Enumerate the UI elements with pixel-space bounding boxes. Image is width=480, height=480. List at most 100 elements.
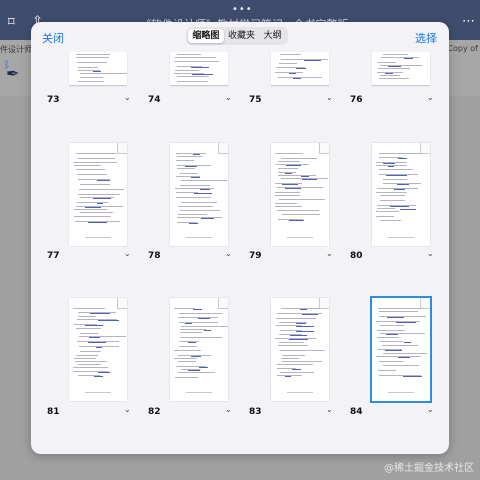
tab-outline[interactable]: 大纲 xyxy=(259,29,286,43)
window-dots[interactable]: ••• xyxy=(232,4,253,15)
text-line xyxy=(380,195,405,197)
handwriting-mark xyxy=(194,193,212,195)
page-thumbnail[interactable] xyxy=(69,143,127,246)
text-line xyxy=(380,200,405,202)
page-thumbnail[interactable] xyxy=(271,52,329,85)
close-button[interactable]: 关闭 xyxy=(42,30,64,46)
page-number: 79 xyxy=(249,251,262,261)
page-number: 74 xyxy=(148,95,161,105)
page-footer-line xyxy=(388,237,414,238)
handwriting-mark xyxy=(293,78,301,80)
view-segmented-control: 缩略图 收藏夹 大纲 xyxy=(186,27,288,45)
text-line xyxy=(175,377,198,379)
text-line xyxy=(80,212,113,214)
chevron-down-icon[interactable]: ⌄ xyxy=(225,249,232,258)
chevron-down-icon[interactable]: ⌄ xyxy=(427,93,434,102)
page-number: 78 xyxy=(148,251,161,261)
text-line xyxy=(78,81,104,83)
text-line xyxy=(376,216,394,218)
chevron-down-icon[interactable]: ⌄ xyxy=(124,405,131,414)
bookmark-icon[interactable]: ⌑ xyxy=(8,15,15,30)
text-line xyxy=(380,65,422,67)
page-number: 80 xyxy=(350,251,363,261)
text-line xyxy=(176,153,206,155)
handwriting-mark xyxy=(398,357,410,359)
page-footer-line xyxy=(388,392,414,393)
page-number: 75 xyxy=(249,95,262,105)
chevron-down-icon[interactable]: ⌄ xyxy=(326,93,333,102)
select-button[interactable]: 选择 xyxy=(415,30,437,46)
handwriting-mark xyxy=(387,317,404,319)
text-line xyxy=(279,63,297,65)
text-line xyxy=(279,199,325,201)
tab-thumbnails[interactable]: 缩略图 xyxy=(188,29,224,43)
pen-icon[interactable]: ✒ xyxy=(6,64,24,83)
page-thumbnail[interactable] xyxy=(170,143,228,246)
text-line xyxy=(275,192,300,194)
text-line xyxy=(76,169,105,171)
text-line xyxy=(177,168,195,170)
chevron-down-icon[interactable]: ⌄ xyxy=(427,249,434,258)
text-line xyxy=(278,345,308,347)
text-line xyxy=(76,153,116,155)
page-thumbnail[interactable] xyxy=(170,298,228,401)
text-line xyxy=(178,206,213,208)
tab-favorites[interactable]: 收藏夹 xyxy=(224,29,260,43)
text-line xyxy=(77,62,107,64)
handwriting-mark xyxy=(397,184,409,186)
text-line xyxy=(383,365,419,367)
text-line xyxy=(178,361,196,363)
chevron-down-icon[interactable]: ⌄ xyxy=(225,405,232,414)
text-line xyxy=(78,316,96,318)
text-line xyxy=(277,364,313,366)
text-line xyxy=(379,361,403,363)
handwriting-mark xyxy=(285,188,301,190)
page-corner-icon xyxy=(218,143,228,154)
page-thumbnail[interactable] xyxy=(69,298,127,401)
handwriting-mark xyxy=(300,309,307,311)
page-thumbnail[interactable] xyxy=(372,143,430,246)
panel-header: 关闭 缩略图 收藏夹 大纲 选择 xyxy=(31,22,449,52)
text-line xyxy=(73,162,117,164)
handwriting-mark xyxy=(289,220,304,222)
tab-label-left[interactable]: 件设计师 xyxy=(0,44,32,55)
handwriting-mark xyxy=(386,175,407,177)
handwriting-mark xyxy=(396,322,416,324)
page-number: 84 xyxy=(350,407,363,417)
page-thumbnail[interactable] xyxy=(372,52,430,85)
handwriting-mark xyxy=(302,314,318,316)
page-thumbnail[interactable] xyxy=(271,143,329,246)
page-thumbnail[interactable] xyxy=(271,298,329,401)
handwriting-mark xyxy=(93,198,111,200)
text-line xyxy=(275,195,300,197)
handwriting-mark xyxy=(282,184,298,186)
tab-label-right[interactable]: Copy of xyxy=(447,44,478,53)
chevron-down-icon[interactable]: ⌄ xyxy=(124,249,131,258)
handwriting-mark xyxy=(292,369,301,371)
text-line xyxy=(77,174,107,176)
page-thumbnail[interactable] xyxy=(170,52,228,85)
chevron-down-icon[interactable]: ⌄ xyxy=(326,249,333,258)
page-thumbnail[interactable] xyxy=(69,52,127,85)
handwriting-mark xyxy=(403,376,422,378)
handwriting-mark xyxy=(286,165,301,167)
page-thumbnail[interactable] xyxy=(370,296,432,403)
text-line xyxy=(180,173,198,175)
chevron-down-icon[interactable]: ⌄ xyxy=(225,93,232,102)
text-line xyxy=(379,78,409,80)
text-line xyxy=(180,332,202,334)
text-line xyxy=(180,337,222,339)
text-line xyxy=(78,364,101,366)
handwriting-mark xyxy=(201,218,214,220)
more-icon[interactable]: ⋯ xyxy=(462,14,475,29)
text-line xyxy=(380,220,401,222)
text-line xyxy=(179,313,223,315)
chevron-down-icon[interactable]: ⌄ xyxy=(326,405,333,414)
text-line xyxy=(282,355,305,357)
text-line xyxy=(181,326,228,328)
chevron-down-icon[interactable]: ⌄ xyxy=(427,405,434,414)
text-line xyxy=(76,355,98,357)
handwriting-mark xyxy=(98,372,110,374)
chevron-down-icon[interactable]: ⌄ xyxy=(124,93,131,102)
text-line xyxy=(275,203,297,205)
